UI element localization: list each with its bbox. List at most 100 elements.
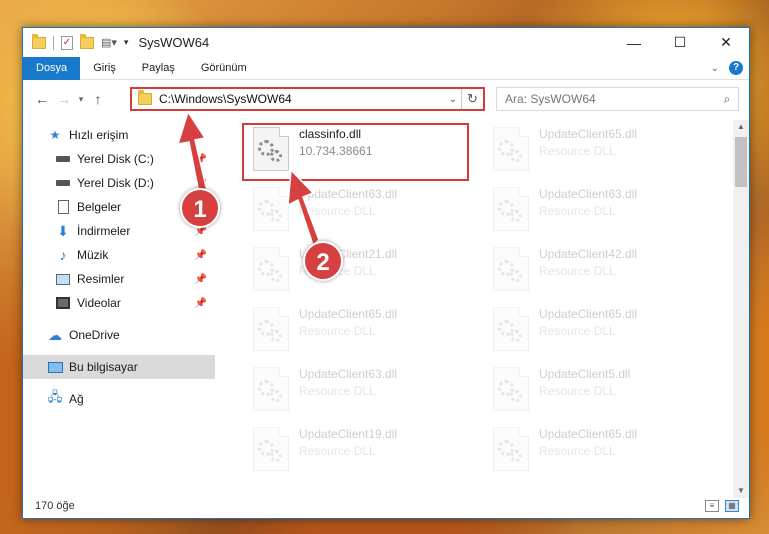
properties-icon[interactable]: ✓: [61, 35, 73, 50]
minimize-button[interactable]: —: [611, 28, 657, 57]
item-count: 170 öğe: [35, 500, 75, 512]
sidebar-item-label: Resimler: [77, 272, 125, 286]
dll-file-icon: [253, 427, 289, 471]
file-item[interactable]: UpdateClient21.dllResource DLL: [245, 243, 475, 301]
network-icon: 🖧: [47, 389, 63, 404]
cloud-icon: ☁: [48, 326, 62, 343]
file-detail: Resource DLL: [539, 144, 616, 158]
sidebar-item-label: Ağ: [69, 392, 84, 406]
sidebar-item-label: Bu bilgisayar: [69, 360, 138, 374]
refresh-icon[interactable]: ↻: [461, 89, 483, 109]
dll-file-icon: [493, 127, 529, 171]
dll-file-icon: [253, 187, 289, 231]
file-item[interactable]: UpdateClient65.dll Resource DLL: [485, 303, 715, 361]
search-icon[interactable]: ⌕: [716, 92, 738, 107]
computer-icon: [47, 360, 63, 374]
file-name: UpdateClient65.dll: [299, 307, 398, 321]
tab-home[interactable]: Giriş: [80, 57, 129, 80]
downloads-icon: ⬇: [57, 222, 69, 239]
folder-icon: [138, 90, 152, 105]
navigation-bar: ← → ▾ ↑ C:\Windows\SysWOW64 ⌄ ↻ ⌕: [23, 85, 749, 113]
file-name: UpdateClient63.dll: [539, 187, 638, 201]
dll-file-icon: [493, 427, 529, 471]
address-dropdown-icon[interactable]: ⌄: [445, 94, 461, 105]
new-folder-icon[interactable]: [80, 33, 94, 49]
file-item[interactable]: UpdateClient5.dll Resource DLL: [485, 363, 715, 421]
up-arrow-icon[interactable]: ↑: [87, 91, 109, 107]
file-name: UpdateClient42.dll: [539, 247, 638, 261]
sidebar-item-this-pc[interactable]: Bu bilgisayar: [23, 355, 215, 379]
pin-icon[interactable]: 📌: [195, 178, 207, 189]
address-bar[interactable]: C:\Windows\SysWOW64 ⌄ ↻: [130, 87, 485, 111]
search-input[interactable]: [505, 92, 716, 106]
forward-arrow-icon[interactable]: →: [53, 91, 75, 107]
sidebar-item-local-disk-c[interactable]: Yerel Disk (C:) 📌: [23, 147, 215, 171]
file-item[interactable]: UpdateClient42.dll Resource DLL: [485, 243, 715, 301]
file-item[interactable]: UpdateClient63.dll Resource DLL: [245, 183, 475, 241]
music-icon: ♪: [59, 247, 67, 263]
sidebar-item-label: Yerel Disk (C:): [77, 152, 154, 166]
file-item[interactable]: UpdateClient65.dll Resource DLL: [485, 423, 715, 481]
file-detail: Resource DLL: [299, 444, 376, 458]
tiles-view-icon[interactable]: ▦: [725, 500, 739, 512]
file-item[interactable]: UpdateClient65.dll Resource DLL: [245, 303, 475, 361]
file-item[interactable]: UpdateClient63.dll Resource DLL: [485, 183, 715, 241]
address-path[interactable]: C:\Windows\SysWOW64: [159, 92, 445, 106]
expand-ribbon-icon[interactable]: ⌄: [711, 63, 719, 74]
toolbar-dropdown-icon[interactable]: ▾: [124, 37, 129, 48]
sidebar-item-music[interactable]: ♪ Müzik 📌: [23, 243, 215, 267]
drive-icon: [55, 176, 71, 190]
folder-icon[interactable]: [32, 33, 46, 49]
sidebar-item-onedrive[interactable]: ☁ OneDrive: [23, 323, 215, 347]
sidebar-item-label: Yerel Disk (D:): [77, 176, 154, 190]
ribbon-tabs: Dosya Giriş Paylaş Görünüm ⌄ ?: [23, 56, 749, 80]
tab-view[interactable]: Görünüm: [188, 57, 260, 80]
pin-icon[interactable]: 📌: [195, 298, 207, 309]
documents-icon: [55, 200, 71, 214]
details-view-icon[interactable]: ≡: [705, 500, 719, 512]
file-name: UpdateClient19.dll: [299, 427, 398, 441]
navigation-pane: ★ Hızlı erişim Yerel Disk (C:) 📌 Yerel D…: [23, 123, 215, 483]
customize-toolbar-icon[interactable]: ▤▾: [101, 36, 117, 49]
file-item[interactable]: UpdateClient63.dll Resource DLL: [245, 363, 475, 421]
help-icon[interactable]: ?: [729, 61, 743, 75]
status-bar: 170 öğe ≡ ▦: [23, 494, 749, 518]
sidebar-item-network[interactable]: 🖧 Ağ: [23, 387, 215, 411]
file-name: UpdateClient63.dll: [299, 187, 398, 201]
title-bar: ✓ ▤▾ ▾ SysWOW64 — ☐ ✕: [23, 28, 749, 57]
sidebar-item-pictures[interactable]: Resimler 📌: [23, 267, 215, 291]
dll-file-icon: [493, 187, 529, 231]
dll-file-icon: [493, 247, 529, 291]
sidebar-item-local-disk-d[interactable]: Yerel Disk (D:) 📌: [23, 171, 215, 195]
file-name: UpdateClient65.dll: [539, 127, 638, 141]
file-item[interactable]: UpdateClient65.dll Resource DLL: [485, 123, 715, 181]
close-button[interactable]: ✕: [703, 28, 749, 57]
maximize-button[interactable]: ☐: [657, 28, 703, 57]
pictures-icon: [55, 272, 71, 286]
scroll-up-icon[interactable]: ▲: [733, 120, 749, 134]
file-item[interactable]: UpdateClient19.dll Resource DLL: [245, 423, 475, 481]
pin-icon[interactable]: 📌: [195, 154, 207, 165]
explorer-window: ✓ ▤▾ ▾ SysWOW64 — ☐ ✕ Dosya Giriş Paylaş…: [22, 27, 750, 519]
sidebar-item-quick-access[interactable]: ★ Hızlı erişim: [23, 123, 215, 147]
tab-file[interactable]: Dosya: [23, 56, 81, 80]
tab-share[interactable]: Paylaş: [129, 57, 188, 80]
dll-file-icon: [493, 367, 529, 411]
dll-file-icon: [253, 307, 289, 351]
drive-icon: [55, 152, 71, 166]
sidebar-item-label: Müzik: [77, 248, 109, 262]
star-icon: ★: [49, 128, 61, 142]
sidebar-item-videos[interactable]: Videolar 📌: [23, 291, 215, 315]
search-box[interactable]: ⌕: [496, 87, 739, 111]
recent-locations-icon[interactable]: ▾: [75, 94, 87, 105]
back-arrow-icon[interactable]: ←: [31, 91, 53, 107]
pin-icon[interactable]: 📌: [195, 274, 207, 285]
vertical-scrollbar[interactable]: ▲ ▼: [733, 120, 749, 498]
file-detail: Resource DLL: [539, 444, 616, 458]
scroll-thumb[interactable]: [735, 137, 747, 187]
file-detail: Resource DLL: [299, 324, 376, 338]
pin-icon[interactable]: 📌: [195, 250, 207, 261]
file-detail: Resource DLL: [299, 204, 376, 218]
file-detail: Resource DLL: [299, 384, 376, 398]
sidebar-item-label: Belgeler: [77, 200, 122, 214]
